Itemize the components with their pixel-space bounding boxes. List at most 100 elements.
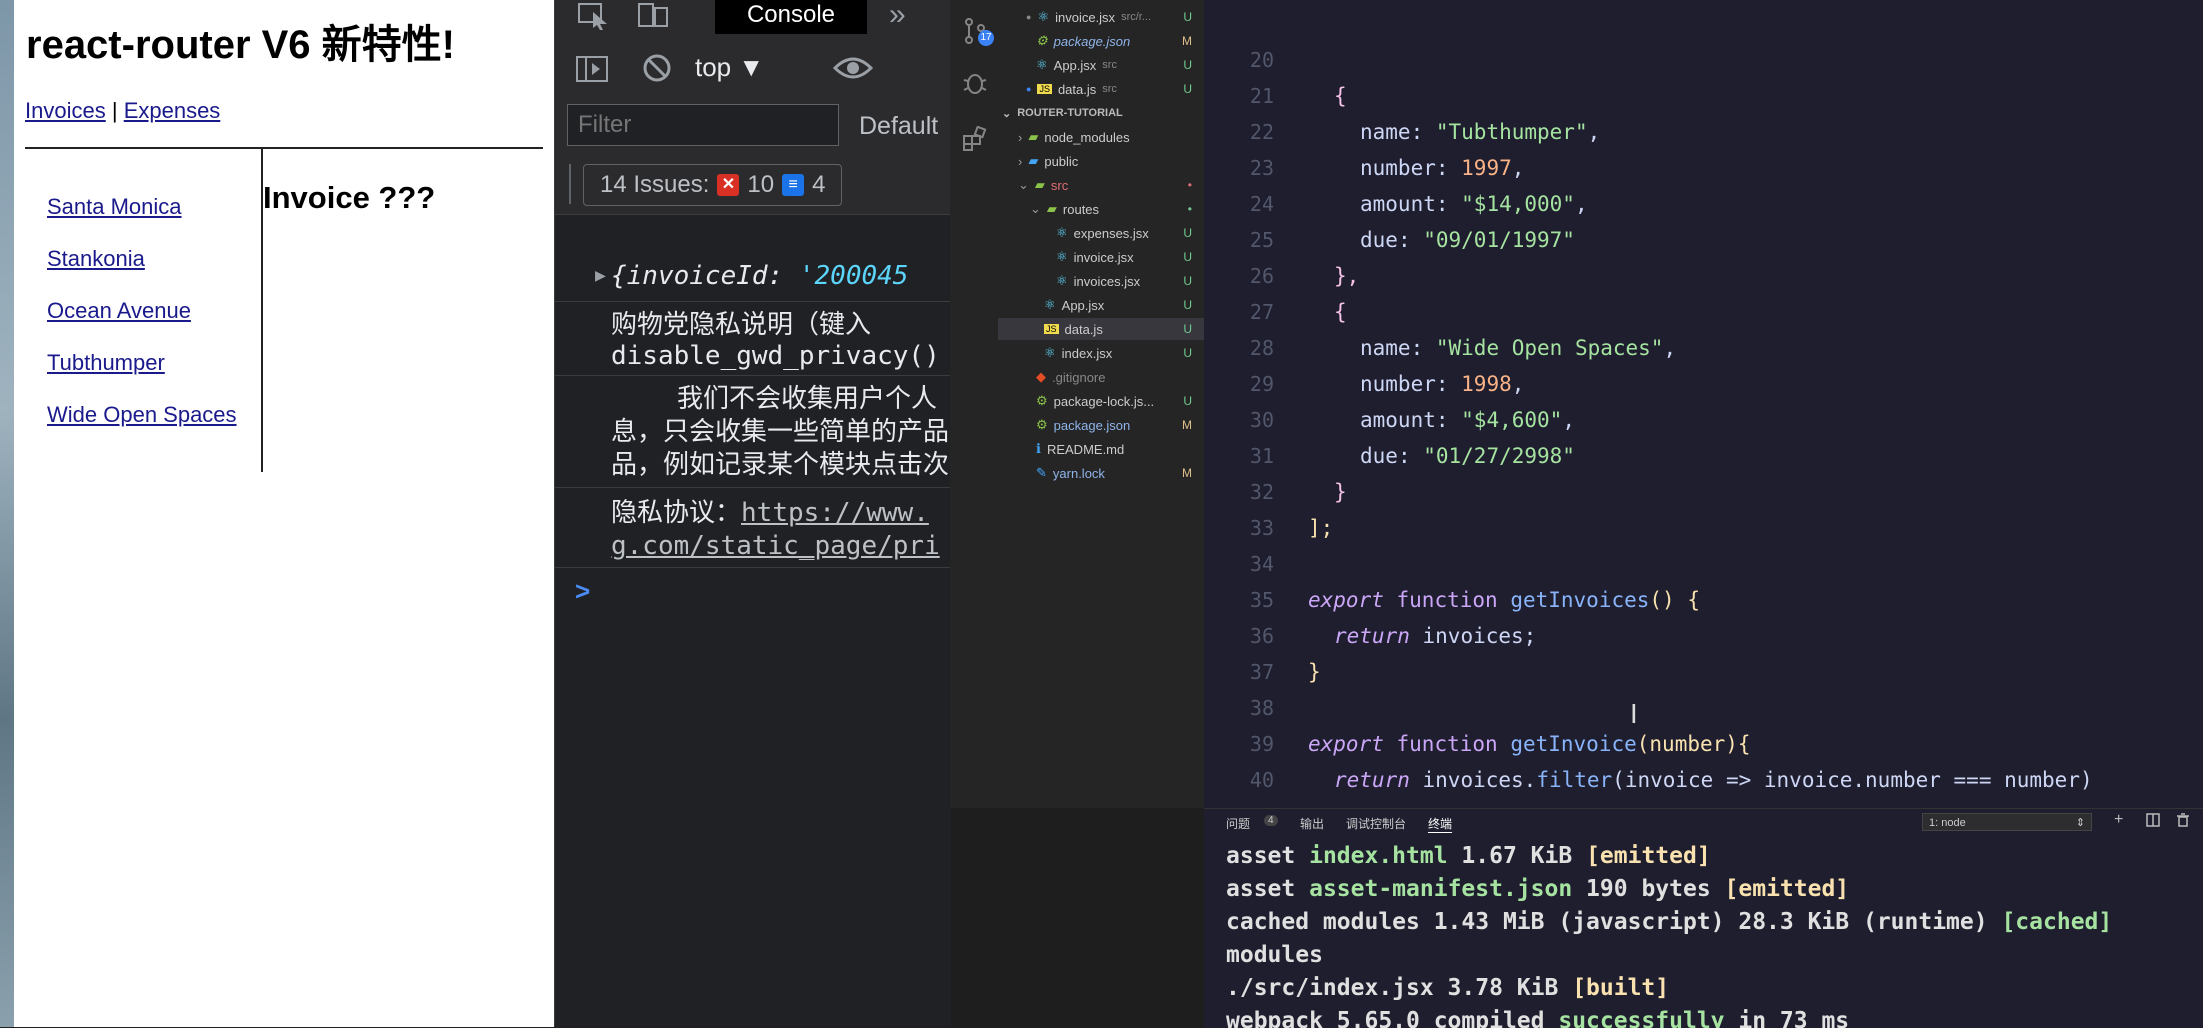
tree-folder-node-modules[interactable]: › ▰ node_modules — [1018, 126, 1204, 148]
tree-folder-routes[interactable]: ⌄ ▰ routes • — [1030, 198, 1204, 220]
js-file-icon: JS — [1037, 84, 1052, 94]
console-object-row[interactable]: ▶ {invoiceId: '200045 — [555, 254, 951, 302]
context-selector[interactable]: top ▼ — [695, 52, 764, 83]
file-name: README.md — [1046, 441, 1125, 457]
open-editor-item[interactable]: ⚛ App.jsx src U — [1036, 54, 1204, 76]
terminal-text: [emitted] — [1586, 843, 1711, 869]
terminal-text: index.html — [1309, 843, 1448, 869]
device-toolbar-icon[interactable] — [637, 2, 671, 35]
object-value: '200045 — [798, 261, 909, 291]
tree-file[interactable]: ⚛ index.jsx U — [1044, 342, 1204, 364]
code-line-21: 21 name: "Tubthumper", — [1204, 42, 2203, 144]
file-name: package.json — [1053, 417, 1131, 433]
tree-folder-src[interactable]: ⌄ ▰ src • — [1018, 174, 1204, 196]
tree-file[interactable]: ⚛ invoices.jsx U — [1056, 270, 1204, 292]
file-name: App.jsx — [1061, 297, 1105, 313]
vscode-explorer: ● ⚛ invoice.jsx src/r... U ⚙ package.jso… — [998, 0, 1204, 808]
code-line-36: 36 } — [1204, 582, 2203, 684]
terminal-text: asset — [1226, 843, 1310, 869]
folder-open-icon: ▰ — [1034, 177, 1045, 192]
project-header[interactable]: ⌄ ROUTER-TUTORIAL — [1002, 102, 1204, 124]
terminal-text: cached modules 1.43 MiB (javascript) 28.… — [1226, 909, 2002, 935]
privacy-link[interactable]: https://www. — [741, 498, 929, 528]
divider — [569, 164, 571, 204]
privacy-link[interactable]: g.com/static_page/pri — [611, 530, 951, 563]
console-message-notice: 我们不会收集用户个人 息，只会收集一些简单的产品 品，例如记录某个模块点击次 — [555, 378, 951, 488]
filter-bar: Default — [555, 102, 951, 154]
tree-file[interactable]: ⚛ invoice.jsx U — [1056, 246, 1204, 268]
code-line-28: 28 number: 1998, — [1204, 294, 2203, 396]
top-nav: Invoices | Expenses — [25, 98, 220, 124]
terminal-text: 190 bytes — [1572, 876, 1725, 902]
open-editor-item[interactable]: ⚙ package.json M — [1036, 30, 1204, 52]
terminal-text: modules — [1226, 942, 1323, 968]
extensions-icon[interactable] — [962, 125, 988, 157]
tree-file-selected[interactable]: JS data.js U — [998, 318, 1204, 340]
terminal-text: [cached] — [2001, 909, 2113, 935]
clear-console-icon[interactable] — [641, 52, 673, 89]
open-editor-item[interactable]: ● ⚛ invoice.jsx src/r... U — [1026, 6, 1204, 28]
tree-file[interactable]: ⚙ package-lock.js... U — [1036, 390, 1204, 412]
tree-folder-public[interactable]: › ▰ public — [1018, 150, 1204, 172]
react-file-icon: ⚛ — [1036, 57, 1048, 72]
issues-button[interactable]: 14 Issues: ✕ 10 ≡ 4 — [583, 164, 843, 206]
invoice-link-stankonia[interactable]: Stankonia — [47, 246, 145, 272]
tree-file[interactable]: ℹ README.md — [1036, 438, 1204, 460]
folder-name: public — [1044, 153, 1079, 169]
console-toolbar: top ▼ — [555, 36, 951, 103]
tab-output[interactable]: 输出 — [1300, 815, 1324, 832]
json-file-icon: ⚙ — [1036, 417, 1048, 432]
tab-console[interactable]: Console — [715, 0, 867, 34]
trash-icon[interactable] — [2176, 813, 2190, 832]
file-name: index.jsx — [1061, 345, 1113, 361]
code-editor[interactable]: 20 { 21 name: "Tubthumper", 22 number: 1… — [1204, 0, 2203, 808]
debug-icon[interactable] — [962, 70, 988, 101]
code-line-25: 25 }, — [1204, 186, 2203, 288]
terminal-text: asset-manifest.json — [1309, 876, 1573, 902]
terminal-text: ./src/index.jsx 3.78 KiB — [1226, 975, 1573, 1001]
expand-triangle-icon[interactable]: ▶ — [595, 254, 606, 298]
problems-count-badge: 4 — [1264, 815, 1278, 826]
more-tabs-icon[interactable]: » — [889, 0, 906, 32]
inspect-element-icon[interactable] — [577, 2, 611, 35]
git-status: M — [1182, 418, 1192, 432]
tab-debug-console[interactable]: 调试控制台 — [1346, 815, 1406, 832]
log-levels-dropdown[interactable]: Default — [859, 112, 938, 141]
console-prompt-icon[interactable]: > — [575, 576, 590, 607]
code-line-34: 34 export function getInvoices() { — [1204, 510, 2203, 612]
code-line-29: 29 amount: "$4,600", — [1204, 330, 2203, 432]
bottom-panel: 问题 4 输出 调试控制台 终端 1: node ⇕ + asset index… — [1204, 808, 2203, 1028]
tree-file[interactable]: ◆ .gitignore — [1036, 366, 1204, 388]
tree-file[interactable]: ⚙ package.json M — [1036, 414, 1204, 436]
nav-link-expenses[interactable]: Expenses — [124, 98, 221, 123]
terminal-select[interactable]: 1: node ⇕ — [1922, 813, 2092, 831]
file-name: .gitignore — [1052, 369, 1106, 385]
eye-icon[interactable] — [832, 54, 874, 87]
sidebar-toggle-icon[interactable] — [575, 54, 609, 89]
filter-input[interactable] — [567, 104, 839, 146]
invoice-link-ocean-avenue[interactable]: Ocean Avenue — [47, 298, 191, 324]
terminal-line: asset index.html 1.67 KiB [emitted] — [1226, 843, 1711, 876]
invoice-link-wide-open-spaces[interactable]: Wide Open Spaces — [47, 402, 237, 428]
code-line-33: 33 — [1204, 474, 2203, 540]
open-editor-item[interactable]: ● JS data.js src U — [1026, 78, 1204, 100]
devtools-panel: Console » top ▼ Default 14 Issues: ✕ 10 … — [554, 0, 951, 1027]
invoice-link-santa-monica[interactable]: Santa Monica — [47, 194, 182, 220]
folder-open-icon: ▰ — [1046, 201, 1057, 216]
tree-file[interactable]: ⚛ App.jsx U — [1044, 294, 1204, 316]
desktop-background — [0, 0, 14, 1027]
terminal-line: ./src/index.jsx 3.78 KiB [built] — [1226, 975, 1669, 1008]
nav-link-invoices[interactable]: Invoices — [25, 98, 106, 123]
object-key: {invoiceId — [611, 261, 768, 291]
tree-file[interactable]: ✎ yarn.lock M — [1036, 462, 1204, 484]
tab-terminal[interactable]: 终端 — [1428, 815, 1453, 833]
line-number: 41 — [1204, 798, 1274, 808]
git-status: U — [1183, 346, 1192, 360]
file-name: invoices.jsx — [1073, 273, 1141, 289]
tab-problems[interactable]: 问题 — [1226, 815, 1250, 832]
invoice-link-tubthumper[interactable]: Tubthumper — [47, 350, 165, 376]
file-name: package.json — [1053, 33, 1131, 49]
split-terminal-icon[interactable] — [2146, 813, 2160, 832]
new-terminal-icon[interactable]: + — [2114, 811, 2123, 829]
tree-file[interactable]: ⚛ expenses.jsx U — [1056, 222, 1204, 244]
